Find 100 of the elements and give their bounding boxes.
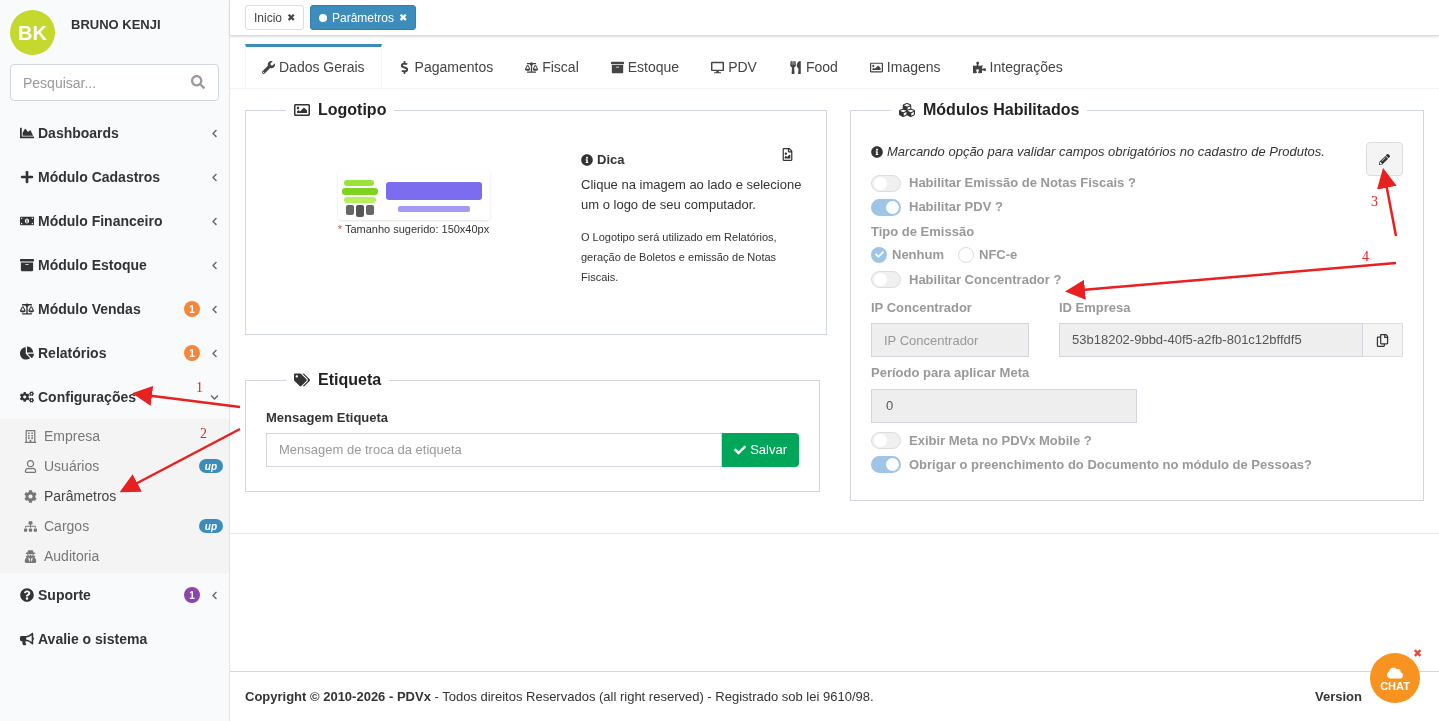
sidebar-item[interactable]: Avalie o sistema — [20, 628, 148, 650]
sidebar-item[interactable]: Módulo Cadastros — [20, 166, 161, 188]
radio-label: NFC-e — [979, 245, 1018, 264]
close-icon[interactable]: ✖ — [399, 10, 408, 25]
tab[interactable]: Dados Gerais — [245, 44, 382, 88]
tab[interactable]: PDV — [695, 44, 773, 88]
sidebar-item[interactable]: Relatórios — [20, 342, 107, 364]
toggle-switch[interactable] — [871, 432, 901, 449]
count-badge: 1 — [184, 301, 200, 317]
tab[interactable]: Estoque — [594, 44, 696, 88]
check-icon — [874, 250, 884, 259]
submenu-item[interactable]: Empresa — [24, 425, 101, 447]
annotation-number: 4 — [1362, 249, 1369, 264]
sidebar-item[interactable]: Dashboards — [20, 122, 119, 144]
tip-title: Dica — [597, 151, 625, 169]
search-field[interactable]: Pesquisar... — [10, 64, 219, 101]
menu-icon — [20, 302, 34, 316]
emission-label: Tipo de Emissão — [871, 223, 976, 241]
file-image-icon[interactable] — [781, 148, 794, 161]
company-id-field[interactable]: 53b18202-9bbd-40f5-a2fb-801c12bffdf5 — [1059, 323, 1363, 357]
cloud-icon — [1387, 664, 1403, 681]
pencil-icon — [1379, 153, 1390, 165]
tab-icon — [711, 61, 725, 74]
field-label: ID Empresa — [1059, 298, 1132, 317]
tab-icon — [525, 61, 539, 74]
menu-icon — [20, 214, 34, 228]
logo-note: O Logotipo será utilizado em Relatórios, geração de Boletos e emissão de Notas Fiscais. — [581, 229, 778, 285]
chevron-icon[interactable] — [210, 590, 219, 600]
sidebar-item[interactable]: Módulo Estoque — [20, 254, 147, 276]
message-input[interactable]: Mensagem de troca da etiqueta — [266, 432, 723, 467]
submenu-item[interactable]: Usuários — [24, 455, 100, 477]
submenu-icon — [24, 549, 37, 563]
chevron-icon[interactable] — [210, 348, 219, 358]
submenu-icon — [24, 489, 37, 503]
version-text: Version — [1315, 687, 1362, 706]
avatar: BK — [10, 10, 55, 55]
toggle-label: Habilitar Emissão de Notas Fiscais ? — [909, 174, 1136, 193]
chevron-icon[interactable] — [210, 260, 219, 270]
close-icon[interactable]: ✖ — [287, 10, 295, 25]
copy-button[interactable] — [1363, 323, 1403, 357]
chevron-icon[interactable] — [210, 128, 219, 138]
submenu-icon — [24, 459, 37, 473]
edit-button[interactable] — [1366, 142, 1403, 176]
menu-icon — [20, 170, 34, 184]
radio-label: Nenhum — [892, 245, 944, 264]
menu-icon — [20, 588, 34, 602]
tab[interactable]: Integrações — [956, 44, 1079, 88]
sidebar-item[interactable]: Módulo Vendas — [20, 298, 141, 320]
chevron-icon[interactable] — [210, 172, 219, 182]
toggle-label: Habilitar PDV ? — [909, 198, 1003, 217]
open-tab[interactable]: Inicio ✖ — [245, 5, 304, 30]
tab[interactable]: Food — [772, 44, 854, 88]
menu-icon — [20, 258, 34, 272]
toggle-switch[interactable] — [871, 271, 901, 288]
annotation-number: 1 — [196, 380, 203, 395]
tab-icon — [262, 61, 275, 74]
check-icon — [734, 443, 747, 456]
sidebar-item[interactable]: Configurações — [20, 386, 136, 408]
submenu-item[interactable]: Parâmetros — [24, 485, 117, 507]
chevron-icon[interactable] — [210, 216, 219, 226]
count-badge: 1 — [184, 587, 200, 603]
user-name: BRUNO KENJI — [71, 16, 161, 34]
toggle-label: Habilitar Concentrador ? — [909, 270, 1062, 289]
radio-button[interactable] — [871, 246, 887, 263]
radio-button[interactable] — [958, 246, 974, 263]
tab[interactable]: Imagens — [853, 44, 957, 88]
sidebar-item[interactable]: Suporte — [20, 584, 91, 606]
tip-text: Clique na imagem ao lado e selecione um o logo de seu computador. — [581, 175, 803, 214]
panel-title: Logotipo — [318, 100, 387, 120]
size-hint: * Tamanho sugerido: 150x40px — [337, 222, 490, 237]
period-field[interactable]: 0 — [871, 388, 1137, 423]
chevron-icon[interactable] — [210, 392, 219, 402]
tab-icon — [869, 61, 883, 74]
toggle-switch[interactable] — [871, 174, 901, 192]
panel-title: Etiqueta — [318, 370, 382, 390]
open-tab[interactable]: Parâmetros ✖ — [310, 5, 417, 30]
annotation-number: 2 — [200, 426, 207, 441]
toggle-switch[interactable] — [871, 198, 901, 216]
tab-icon — [610, 61, 624, 74]
submenu-icon — [24, 429, 37, 443]
tags-icon — [294, 372, 310, 388]
search-icon[interactable] — [191, 75, 205, 89]
panel-title: Módulos Habilitados — [923, 100, 1080, 120]
submenu-item[interactable]: Cargos — [24, 515, 90, 537]
menu-icon — [20, 126, 34, 140]
tab[interactable]: Pagamentos — [381, 44, 510, 88]
chevron-icon[interactable] — [210, 304, 219, 314]
submenu-item[interactable]: Auditoria — [24, 545, 100, 567]
menu-icon — [20, 346, 34, 360]
toggle-label: Exibir Meta no PDVx Mobile ? — [909, 431, 1092, 450]
info-icon — [581, 153, 593, 166]
annotation-number: 3 — [1371, 194, 1378, 209]
image-icon — [294, 102, 310, 118]
tab[interactable]: Fiscal — [509, 44, 595, 88]
tab-icon — [788, 61, 802, 74]
toggle-label: Obrigar o preenchimento do Documento no módulo de Pessoas? — [909, 455, 1313, 474]
up-badge: up — [198, 519, 223, 533]
sidebar-item[interactable]: Módulo Financeiro — [20, 210, 163, 232]
info-icon — [871, 145, 883, 158]
toggle-switch[interactable] — [871, 456, 901, 473]
